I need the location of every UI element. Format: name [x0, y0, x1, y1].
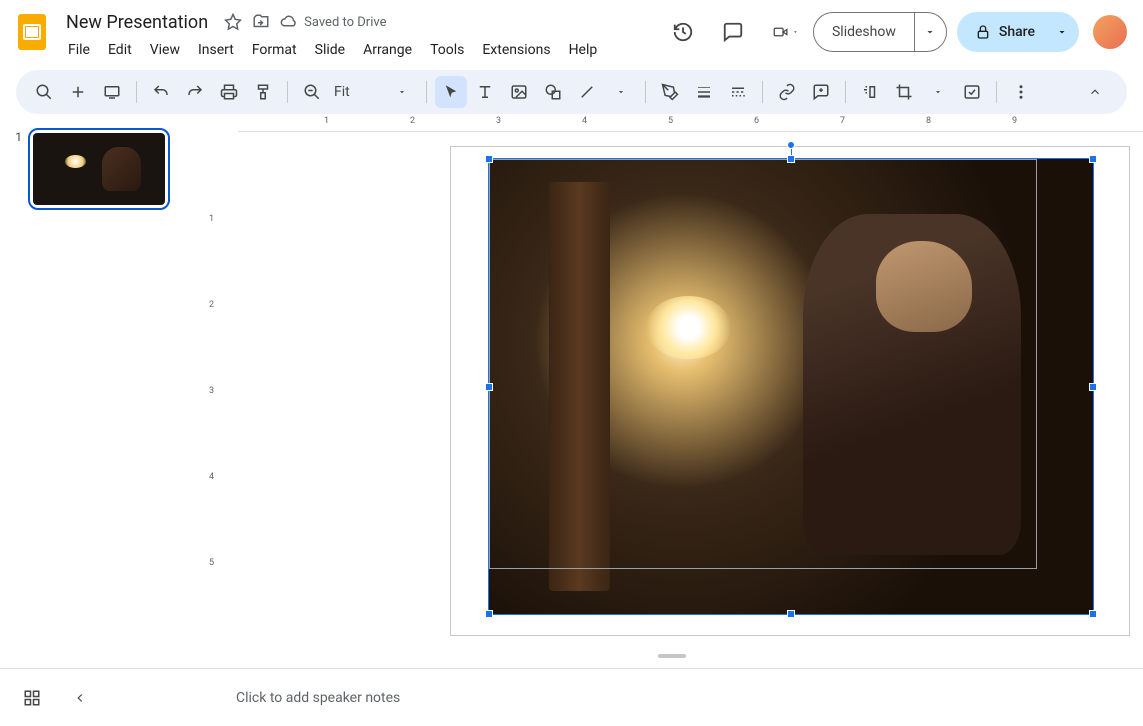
- textbox-tool[interactable]: [469, 76, 501, 108]
- separator: [136, 81, 137, 103]
- notes-resize-handle[interactable]: [658, 654, 686, 658]
- save-status[interactable]: Saved to Drive: [280, 13, 386, 31]
- redo-button[interactable]: [179, 76, 211, 108]
- resize-handle-mr[interactable]: [1089, 383, 1097, 391]
- border-color-button[interactable]: [654, 76, 686, 108]
- menu-help[interactable]: Help: [561, 38, 606, 62]
- share-dropdown[interactable]: [1051, 12, 1079, 52]
- menu-bar: File Edit View Insert Format Slide Arran…: [60, 38, 655, 62]
- link-button[interactable]: [771, 76, 803, 108]
- menu-slide[interactable]: Slide: [307, 38, 353, 62]
- separator: [762, 81, 763, 103]
- select-tool[interactable]: [435, 76, 467, 108]
- border-dash-button[interactable]: [722, 76, 754, 108]
- canvas-area[interactable]: 1 2 3 4 5 6 7 8 9 1 2 3 4 5: [200, 114, 1143, 668]
- toolbar: Fit: [16, 70, 1127, 114]
- separator: [845, 81, 846, 103]
- undo-button[interactable]: [145, 76, 177, 108]
- slide-number: 1: [10, 128, 22, 210]
- resize-handle-bm[interactable]: [787, 610, 795, 618]
- menu-view[interactable]: View: [142, 38, 188, 62]
- menu-file[interactable]: File: [60, 38, 98, 62]
- rotate-handle[interactable]: [787, 141, 795, 149]
- share-button-group: Share: [957, 12, 1079, 52]
- new-slide-dropdown[interactable]: [96, 76, 128, 108]
- paint-format-button[interactable]: [247, 76, 279, 108]
- history-icon[interactable]: [663, 12, 703, 52]
- main-area: 1 1 2 3 4 5 6 7 8 9 1 2 3 4 5: [0, 114, 1143, 668]
- header: New Presentation Saved to Drive File Edi…: [0, 0, 1143, 62]
- share-button[interactable]: Share: [957, 12, 1051, 52]
- lock-icon: [975, 24, 991, 40]
- header-right: Slideshow Share: [663, 12, 1127, 52]
- resize-handle-bl[interactable]: [485, 610, 493, 618]
- resize-handle-tm[interactable]: [787, 155, 795, 163]
- reset-image-button[interactable]: [854, 76, 886, 108]
- selected-image[interactable]: [489, 159, 1093, 614]
- resize-handle-tl[interactable]: [485, 155, 493, 163]
- collapse-toolbar-icon[interactable]: [1079, 76, 1111, 108]
- line-tool[interactable]: [571, 76, 603, 108]
- slide-thumbnail-wrap: 1: [10, 128, 190, 210]
- grid-view-icon[interactable]: [16, 682, 48, 714]
- speaker-notes[interactable]: Click to add speaker notes: [216, 690, 1127, 706]
- slideshow-dropdown[interactable]: [914, 13, 946, 51]
- account-avatar[interactable]: [1093, 15, 1127, 49]
- search-icon[interactable]: [28, 76, 60, 108]
- print-button[interactable]: [213, 76, 245, 108]
- shape-tool[interactable]: [537, 76, 569, 108]
- separator: [287, 81, 288, 103]
- move-icon[interactable]: [252, 13, 270, 31]
- slideshow-button-group: Slideshow: [813, 12, 947, 52]
- menu-insert[interactable]: Insert: [190, 38, 242, 62]
- slides-app-icon[interactable]: [12, 12, 52, 52]
- menu-arrange[interactable]: Arrange: [355, 38, 420, 62]
- menu-edit[interactable]: Edit: [100, 38, 140, 62]
- slide-canvas[interactable]: [450, 146, 1130, 636]
- collapse-filmstrip-icon[interactable]: [64, 682, 96, 714]
- filmstrip[interactable]: 1: [0, 114, 200, 668]
- title-area: New Presentation Saved to Drive File Edi…: [60, 8, 655, 62]
- zoom-button[interactable]: [296, 76, 328, 108]
- line-dropdown[interactable]: [605, 76, 637, 108]
- resize-handle-tr[interactable]: [1089, 155, 1097, 163]
- present-camera-icon[interactable]: [763, 12, 803, 52]
- zoom-dropdown[interactable]: [386, 76, 418, 108]
- slideshow-button[interactable]: Slideshow: [814, 13, 914, 51]
- image-content: [489, 159, 1093, 614]
- comment-button[interactable]: [805, 76, 837, 108]
- resize-handle-br[interactable]: [1089, 610, 1097, 618]
- border-weight-button[interactable]: [688, 76, 720, 108]
- menu-tools[interactable]: Tools: [422, 38, 472, 62]
- more-icon[interactable]: [1005, 76, 1037, 108]
- horizontal-ruler[interactable]: 1 2 3 4 5 6 7 8 9: [238, 114, 1143, 132]
- crop-dropdown[interactable]: [922, 76, 954, 108]
- comments-icon[interactable]: [713, 12, 753, 52]
- crop-button[interactable]: [888, 76, 920, 108]
- document-title[interactable]: New Presentation: [60, 10, 214, 35]
- vertical-ruler[interactable]: 1 2 3 4 5: [200, 132, 238, 668]
- menu-extensions[interactable]: Extensions: [474, 38, 558, 62]
- separator: [996, 81, 997, 103]
- star-icon[interactable]: [224, 13, 242, 31]
- new-slide-button[interactable]: [62, 76, 94, 108]
- menu-format[interactable]: Format: [244, 38, 305, 62]
- slide-thumbnail[interactable]: [28, 128, 170, 210]
- bottom-bar: Click to add speaker notes: [0, 668, 1143, 726]
- zoom-level[interactable]: Fit: [330, 84, 384, 100]
- separator: [426, 81, 427, 103]
- resize-handle-ml[interactable]: [485, 383, 493, 391]
- replace-image-button[interactable]: [956, 76, 988, 108]
- image-tool[interactable]: [503, 76, 535, 108]
- separator: [645, 81, 646, 103]
